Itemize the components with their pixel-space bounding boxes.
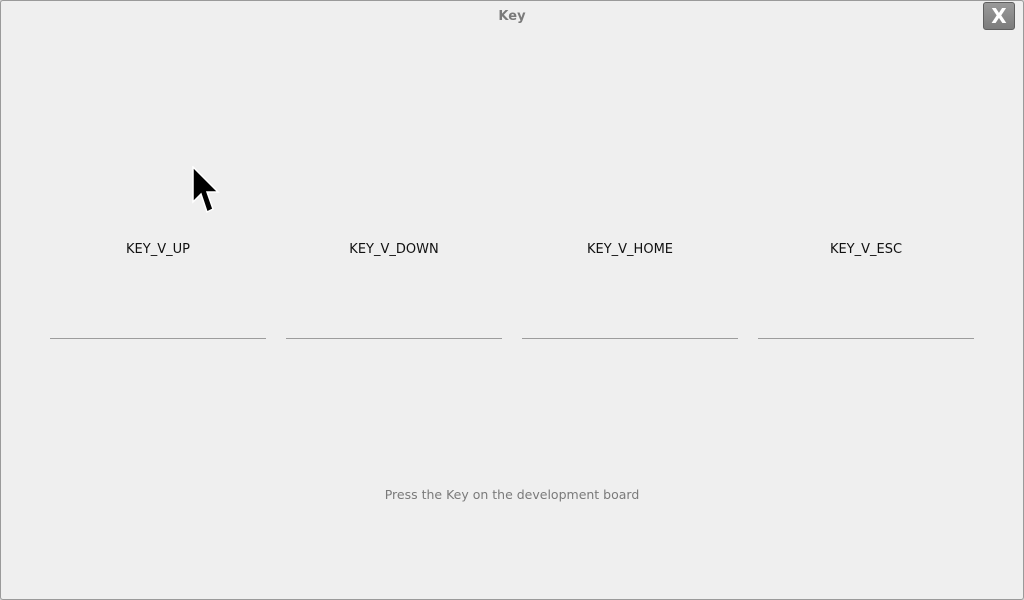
mouse-pointer-icon xyxy=(192,166,220,214)
close-button[interactable]: X xyxy=(983,2,1015,30)
key-underline xyxy=(286,338,502,339)
window-title: Key xyxy=(498,9,526,24)
key-label: KEY_V_HOME xyxy=(586,242,673,257)
instruction-text: Press the Key on the development board xyxy=(384,487,640,502)
key-underline xyxy=(758,338,974,339)
key-indicator-home: KEY_V_HOME xyxy=(522,241,738,341)
key-indicator-up: KEY_V_UP xyxy=(50,241,266,341)
key-label: KEY_V_ESC xyxy=(829,242,903,257)
key-underline xyxy=(522,338,738,339)
key-label: KEY_V_DOWN xyxy=(349,242,439,257)
key-indicator-esc: KEY_V_ESC xyxy=(758,241,974,341)
key-indicator-down: KEY_V_DOWN xyxy=(286,241,502,341)
key-underline xyxy=(50,338,266,339)
close-icon: X xyxy=(991,4,1007,28)
key-label: KEY_V_UP xyxy=(126,242,190,257)
key-test-window: Key X KEY_V_UP KEY_V_DOWN KEY_V_HOME KEY… xyxy=(0,0,1024,600)
